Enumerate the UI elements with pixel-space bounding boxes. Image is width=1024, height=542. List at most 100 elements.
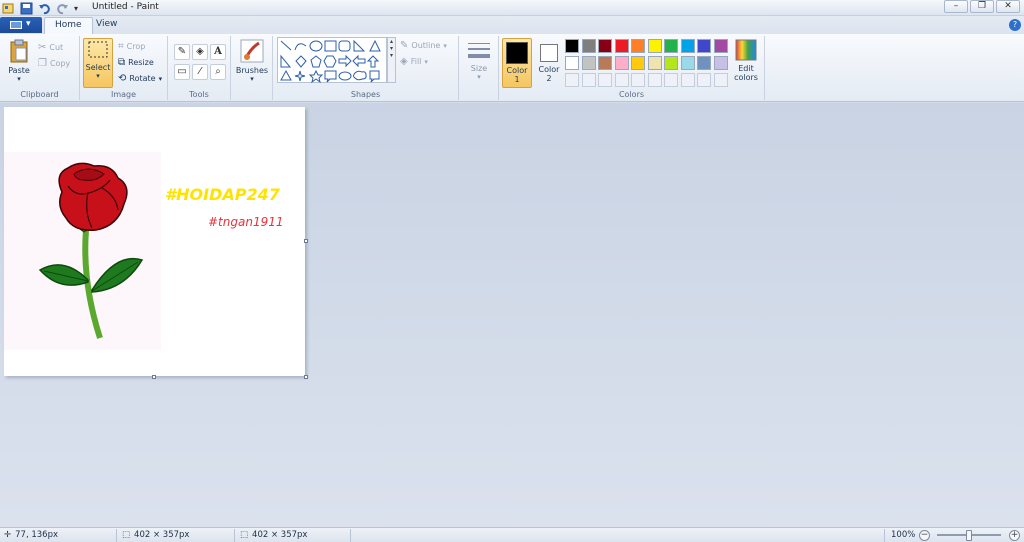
color1-label: Color 1 <box>506 66 528 84</box>
shapes-gallery <box>277 37 387 84</box>
palette-swatch[interactable] <box>581 39 596 53</box>
zoom-out-button[interactable]: − <box>919 530 930 541</box>
chevron-down-icon: ▾ <box>17 75 21 83</box>
cut-label: Cut <box>49 43 64 52</box>
resize-handle-corner[interactable] <box>304 375 308 379</box>
resize-label: Resize <box>128 58 154 67</box>
quick-access-toolbar: ▾ <box>2 1 78 15</box>
chevron-down-icon: ▾ <box>96 72 100 80</box>
redo-icon[interactable] <box>56 2 69 15</box>
title-bar: ▾ Untitled - Paint – ❐ ✕ <box>0 0 1024 16</box>
palette-swatch[interactable] <box>565 39 579 53</box>
palette-swatch[interactable] <box>598 56 612 70</box>
palette-swatch[interactable] <box>581 73 596 87</box>
palette-swatch[interactable] <box>614 39 629 53</box>
color2-button[interactable]: Color 2 <box>535 38 563 88</box>
palette-swatch[interactable] <box>581 56 596 70</box>
palette-swatch[interactable] <box>565 56 579 70</box>
resize-handle-right[interactable] <box>304 239 308 243</box>
pencil-icon[interactable]: ✎ <box>174 44 190 60</box>
cursor-position: ✛ 77, 136px <box>4 530 58 540</box>
palette-swatch[interactable] <box>713 56 728 70</box>
size-label: Size <box>470 64 488 73</box>
menu-icon <box>10 21 22 29</box>
image-group: Select ▾ ⌗ Crop ⧉ Resize ⟲ Rotate ▾ Imag… <box>80 36 168 100</box>
palette-swatch[interactable] <box>647 56 662 70</box>
outline-button[interactable]: ✎ Outline ▾ <box>400 40 447 51</box>
colors-group: Color 1 Color 2 Edit colors Colors <box>499 36 765 100</box>
line-size-icon <box>468 43 490 58</box>
zoom-in-button[interactable]: + <box>1009 530 1020 541</box>
palette-swatch[interactable] <box>598 39 612 53</box>
drawing-canvas[interactable]: #HOIDAP247 #tngan1911 <box>4 107 305 376</box>
resize-handle-bottom[interactable] <box>152 375 156 379</box>
canvas-workspace[interactable]: #HOIDAP247 #tngan1911 <box>0 103 1024 527</box>
palette-swatch[interactable] <box>697 73 711 87</box>
ribbon-tab-row: ▾ Home View ? <box>0 16 1024 34</box>
crop-button[interactable]: ⌗ Crop <box>118 41 145 52</box>
palette-swatch[interactable] <box>664 73 678 87</box>
palette-swatch[interactable] <box>697 39 711 53</box>
minimize-button[interactable]: – <box>944 0 968 13</box>
paste-label: Paste <box>8 66 30 75</box>
palette-swatch[interactable] <box>713 73 728 87</box>
paste-button[interactable]: Paste ▾ <box>4 38 34 83</box>
restore-button[interactable]: ❐ <box>970 0 994 13</box>
palette-swatch[interactable] <box>697 56 711 70</box>
palette-swatch[interactable] <box>647 73 662 87</box>
customize-qat-icon[interactable]: ▾ <box>74 4 78 13</box>
resize-button[interactable]: ⧉ Resize <box>118 57 154 68</box>
palette-swatch[interactable] <box>565 73 579 87</box>
image-size-text: 402 × 357px <box>252 530 308 540</box>
copy-button[interactable]: ❐ Copy <box>38 58 70 69</box>
pasted-rose-image <box>4 152 161 350</box>
color-picker-icon[interactable]: ⁄ <box>192 64 208 80</box>
select-icon <box>88 41 108 58</box>
brushes-group: Brushes ▾ <box>231 36 273 100</box>
tools-group: ✎ ◈ A ▭ ⁄ ⌕ Tools <box>168 36 231 100</box>
brushes-button[interactable]: Brushes ▾ <box>234 38 270 83</box>
palette-swatch[interactable] <box>664 56 678 70</box>
palette-swatch[interactable] <box>680 73 695 87</box>
fill-button[interactable]: ◈ Fill ▾ <box>400 56 428 67</box>
palette-swatch[interactable] <box>614 56 629 70</box>
edit-colors-button[interactable]: Edit colors <box>731 38 761 82</box>
tools-group-label: Tools <box>189 90 209 99</box>
select-button[interactable]: Select ▾ <box>83 38 113 88</box>
palette-swatch[interactable] <box>631 56 645 70</box>
paint-menu-button[interactable]: ▾ <box>0 17 42 33</box>
palette-swatch[interactable] <box>598 73 612 87</box>
size-group: Size ▾ <box>459 36 499 100</box>
close-button[interactable]: ✕ <box>996 0 1020 13</box>
save-icon[interactable] <box>20 2 33 15</box>
palette-swatch[interactable] <box>631 39 645 53</box>
palette-swatch[interactable] <box>614 73 629 87</box>
eraser-icon[interactable]: ▭ <box>174 64 190 80</box>
palette-swatch[interactable] <box>631 73 645 87</box>
rotate-icon: ⟲ <box>118 73 127 84</box>
palette-swatch[interactable] <box>680 39 695 53</box>
help-icon[interactable]: ? <box>1009 19 1021 31</box>
rose-image <box>38 162 144 339</box>
chevron-down-icon: ▾ <box>477 73 481 81</box>
fill-bucket-icon[interactable]: ◈ <box>192 44 208 60</box>
size-button[interactable]: Size ▾ <box>463 40 495 81</box>
color2-swatch <box>540 44 558 62</box>
palette-swatch[interactable] <box>680 56 695 70</box>
palette-swatch[interactable] <box>713 39 728 53</box>
color1-button[interactable]: Color 1 <box>502 38 532 88</box>
crop-label: Crop <box>126 42 146 51</box>
shapes-scrollbar[interactable]: ▴ ▾ ▾ <box>387 37 396 83</box>
tab-view[interactable]: View <box>86 17 127 34</box>
fill-icon: ◈ <box>400 56 408 67</box>
text-tool-icon[interactable]: A <box>210 44 226 60</box>
palette-swatch[interactable] <box>647 39 662 53</box>
undo-icon[interactable] <box>38 2 51 15</box>
palette-swatch[interactable] <box>664 39 678 53</box>
zoom-slider-thumb[interactable] <box>966 530 972 541</box>
shapes-group-label: Shapes <box>350 90 381 99</box>
fill-label: Fill <box>410 57 422 66</box>
cut-button[interactable]: ✂ Cut <box>38 42 63 53</box>
rotate-button[interactable]: ⟲ Rotate ▾ <box>118 73 162 84</box>
magnifier-icon[interactable]: ⌕ <box>210 64 226 80</box>
